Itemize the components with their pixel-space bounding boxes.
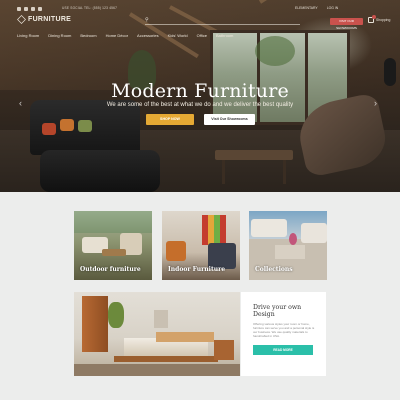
twitter-icon[interactable] [24, 7, 28, 11]
nightstand [214, 340, 234, 360]
cart-label: Shopping [376, 18, 391, 22]
category-label: Collections [255, 266, 293, 273]
table-leg [222, 160, 225, 184]
feature-image [74, 292, 240, 376]
logo-text: FURNITURE [28, 16, 72, 23]
nav-item-bathroom[interactable]: Bathroom [216, 33, 233, 38]
social-links [17, 7, 42, 11]
facebook-icon[interactable] [17, 7, 21, 11]
hero-pillow [42, 123, 56, 135]
account-links: ELEMENTARY LOG IN [295, 6, 338, 10]
table-leg [283, 160, 286, 184]
category-card-indoor[interactable]: Indoor Furniture [162, 211, 240, 280]
category-label: Indoor Furniture [168, 266, 226, 273]
collection-armchair [301, 223, 327, 243]
site-header: USE SOCIAL TEL: (555) 123 4567 FURNITURE… [0, 0, 400, 40]
card-backdrop [74, 211, 152, 233]
nav-item-home-decor[interactable]: Home Décor [106, 33, 128, 38]
feature-panel: Drive your own Design Offering various s… [241, 292, 326, 376]
hero-subtitle: We are some of the best at what we do an… [106, 102, 294, 108]
instagram-icon[interactable] [31, 7, 35, 11]
indoor-chair [166, 241, 186, 261]
feature-title: Drive your own Design [253, 304, 302, 318]
search-input[interactable] [145, 23, 285, 32]
read-more-button[interactable]: READ MORE [253, 345, 313, 355]
hero-coffee-table [215, 150, 293, 160]
wall-art [202, 215, 226, 245]
search-bar: ⚲ [145, 16, 300, 32]
nav-item-accessories[interactable]: Accessories [137, 33, 159, 38]
collection-table [275, 245, 305, 259]
feature-body: Offering various styles your room or hom… [253, 322, 315, 338]
hero-pillow [78, 120, 92, 132]
nav-item-bedroom[interactable]: Bedroom [80, 33, 96, 38]
wall-shelf [154, 310, 168, 328]
logo-icon [17, 15, 26, 24]
bed-frame [114, 356, 218, 362]
search-icon[interactable]: ⚲ [145, 17, 149, 23]
category-card-collections[interactable]: Collections [249, 211, 327, 280]
hero-pillow [60, 119, 74, 131]
pinterest-icon[interactable] [38, 7, 42, 11]
floor [74, 364, 240, 376]
outdoor-table [102, 249, 126, 256]
category-label: Outdoor furniture [80, 266, 141, 273]
nav-item-office[interactable]: Office [197, 33, 207, 38]
hero-window-tree [255, 36, 295, 66]
showrooms-button[interactable]: Visit Our Showrooms [204, 114, 255, 125]
nav-item-kids-world[interactable]: Kids' World [168, 33, 188, 38]
plant [108, 302, 124, 328]
nav-item-living-room[interactable]: Living Room [17, 33, 39, 38]
slider-prev-icon[interactable]: ‹ [19, 98, 22, 108]
cart[interactable]: Shopping [368, 15, 391, 23]
login-link[interactable]: LOG IN [327, 6, 339, 10]
collection-sofa [251, 219, 287, 237]
site-logo[interactable]: FURNITURE [17, 15, 71, 24]
category-card-outdoor[interactable]: Outdoor furniture [74, 211, 152, 280]
account-link[interactable]: ELEMENTARY [295, 6, 318, 10]
shop-now-button[interactable]: SHOP NOW [146, 114, 194, 125]
hero-sofa-front [40, 150, 160, 192]
cart-badge [372, 15, 376, 19]
hero-banner: USE SOCIAL TEL: (555) 123 4567 FURNITURE… [0, 0, 400, 192]
collection-flowers [289, 233, 297, 245]
hero-title: Modern Furniture [111, 80, 289, 102]
slider-next-icon[interactable]: › [374, 98, 377, 108]
cart-icon[interactable] [368, 15, 376, 23]
header-phone: USE SOCIAL TEL: (555) 123 4567 [62, 6, 118, 10]
hero-buttons: SHOP NOW Visit Our Showrooms [146, 114, 255, 125]
wardrobe [82, 296, 108, 352]
headboard [156, 332, 214, 342]
nav-item-dining-room[interactable]: Dining Room [48, 33, 71, 38]
main-nav: Living Room Dining Room Bedroom Home Déc… [17, 33, 233, 38]
showroom-cta-button[interactable]: VISIT OUR SHOWROOMS [330, 18, 363, 30]
